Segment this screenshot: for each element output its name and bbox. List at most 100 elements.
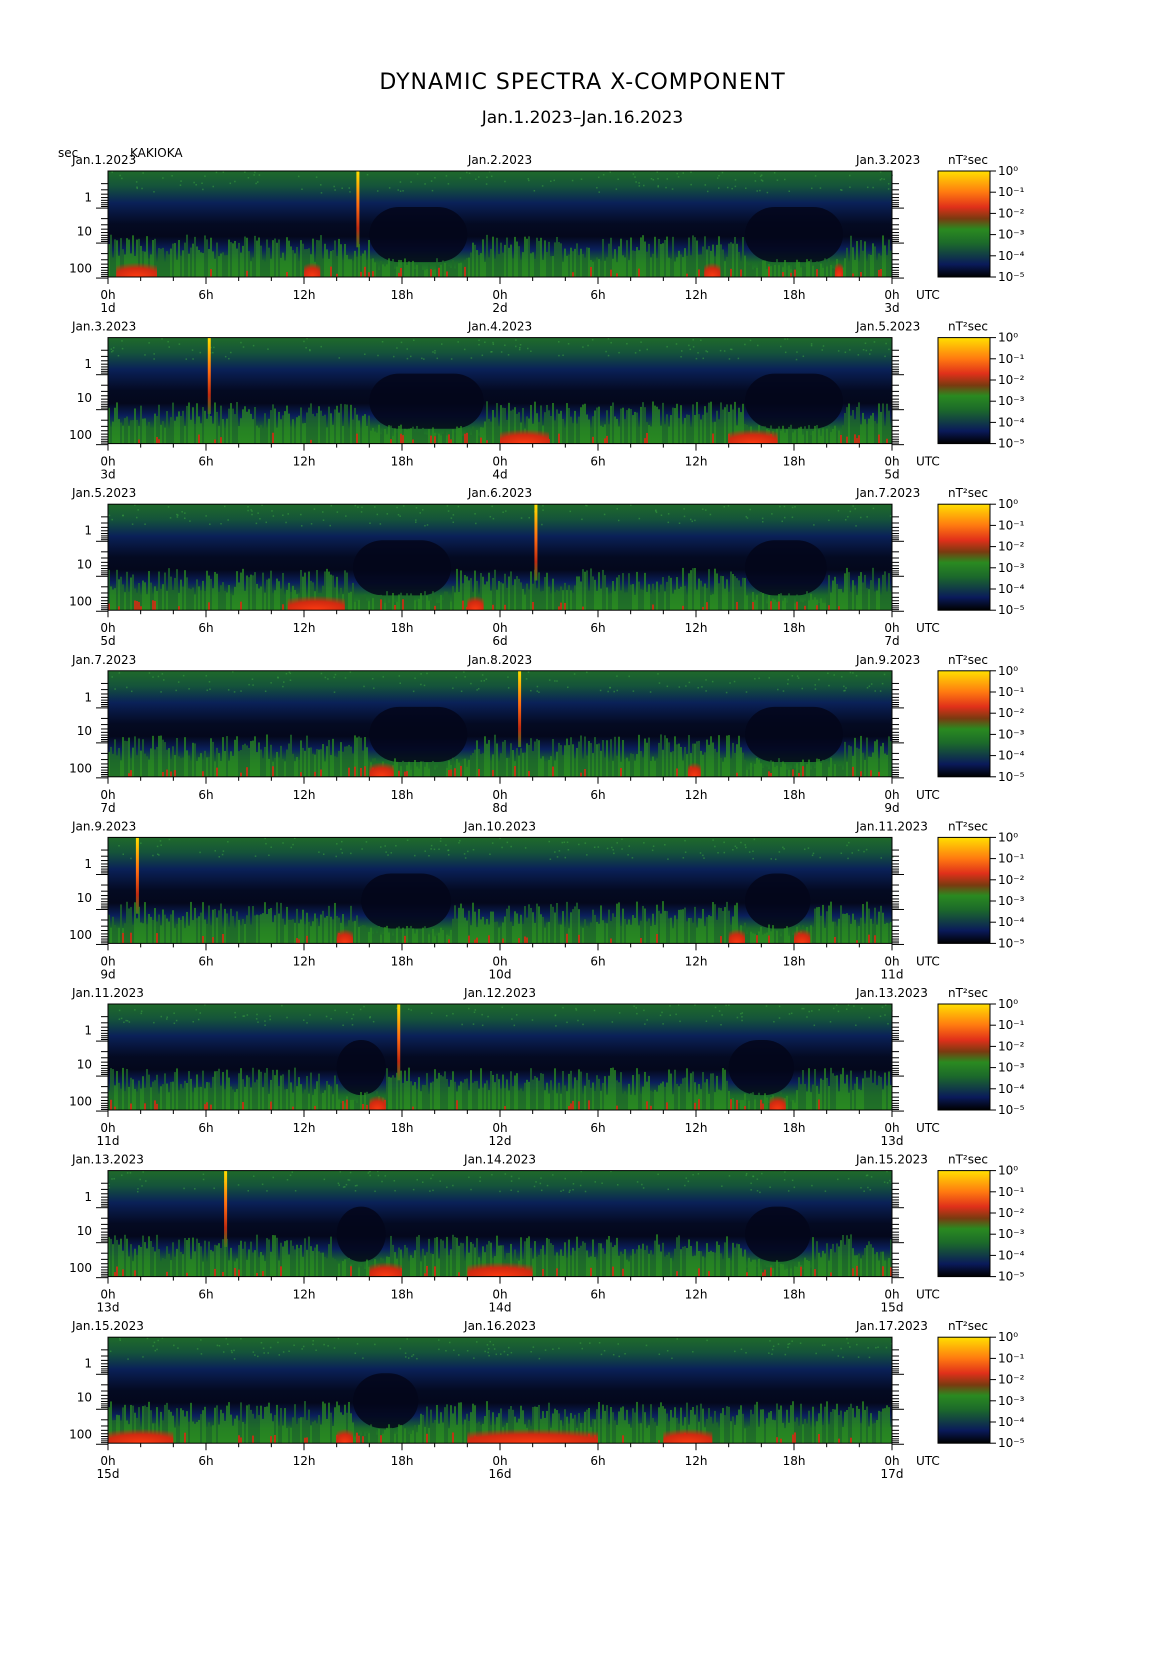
- power-column: [580, 581, 582, 611]
- power-column: [674, 261, 676, 277]
- power-column: [190, 1402, 192, 1444]
- power-column: [504, 916, 506, 944]
- noise-speckle: [303, 1019, 305, 1021]
- power-column: [462, 266, 464, 277]
- power-column: [664, 424, 666, 444]
- noise-speckle: [701, 686, 703, 688]
- noise-speckle: [222, 171, 225, 173]
- power-column: [606, 1239, 608, 1277]
- power-column: [522, 588, 524, 611]
- power-column: [434, 269, 436, 277]
- power-column: [858, 1089, 860, 1110]
- power-column: [642, 402, 644, 444]
- power-column: [718, 907, 720, 944]
- power-column: [368, 415, 370, 444]
- noise-speckle: [849, 671, 852, 674]
- power-column: [240, 925, 242, 944]
- power-column: [820, 915, 822, 944]
- noise-speckle: [476, 689, 478, 691]
- power-column: [650, 926, 652, 944]
- noise-speckle: [786, 683, 789, 685]
- noise-speckle: [128, 1021, 131, 1023]
- power-column: [864, 419, 866, 444]
- power-column: [810, 1267, 812, 1277]
- power-column: [196, 1238, 198, 1277]
- power-column: [682, 909, 684, 944]
- noise-speckle: [340, 840, 343, 843]
- power-column: [238, 919, 240, 944]
- power-column: [340, 244, 342, 277]
- power-column: [676, 257, 678, 277]
- noise-speckle: [458, 842, 460, 844]
- power-column: [418, 1235, 420, 1277]
- noise-speckle: [286, 1178, 289, 1181]
- power-column: [800, 601, 802, 611]
- power-column: [598, 259, 600, 277]
- power-column: [192, 243, 194, 277]
- power-column: [512, 925, 514, 944]
- power-column: [726, 901, 728, 944]
- y-tick-label: 100: [69, 262, 92, 276]
- noise-speckle: [790, 1012, 793, 1015]
- power-column: [602, 920, 604, 944]
- power-high-column: [134, 600, 136, 611]
- noise-speckle: [108, 1183, 110, 1186]
- power-column: [624, 759, 626, 777]
- power-column: [192, 1237, 194, 1277]
- noise-speckle: [297, 175, 300, 178]
- power-column: [160, 735, 162, 777]
- quiet-region: [336, 1206, 386, 1262]
- power-high-column: [292, 1106, 294, 1110]
- power-column: [734, 753, 736, 777]
- noise-speckle: [862, 348, 865, 351]
- noise-speckle: [485, 678, 488, 680]
- power-column: [422, 1248, 424, 1277]
- power-column: [118, 748, 120, 777]
- high-power-zone: [769, 1094, 786, 1110]
- noise-speckle: [134, 1009, 136, 1011]
- power-column: [606, 257, 608, 277]
- power-column: [670, 577, 672, 611]
- noise-speckle: [678, 686, 681, 688]
- noise-speckle: [434, 352, 436, 354]
- noise-speckle: [612, 849, 614, 851]
- power-column: [172, 1081, 174, 1110]
- power-column: [170, 1260, 172, 1277]
- power-column: [402, 927, 404, 944]
- noise-speckle: [199, 1012, 202, 1014]
- power-column: [486, 743, 488, 777]
- power-column: [666, 236, 668, 277]
- noise-speckle: [466, 171, 468, 174]
- power-column: [572, 1247, 574, 1277]
- power-column: [806, 259, 808, 277]
- noise-speckle: [594, 1181, 596, 1183]
- date-right-label: Jan.13.2023: [855, 986, 928, 1000]
- noise-speckle: [388, 187, 391, 189]
- noise-speckle: [753, 838, 756, 841]
- power-column: [422, 269, 424, 277]
- power-column: [336, 1084, 338, 1110]
- x-tick-label: 6h: [198, 288, 213, 302]
- power-column: [798, 1077, 800, 1110]
- x-axis: 0h 6h 12h 18h 0h 6h 12h 18h 0h UTC13d 14d 15d: [97, 1276, 940, 1315]
- power-column: [332, 1094, 334, 1110]
- noise-speckle: [472, 1023, 475, 1025]
- power-column: [732, 1098, 734, 1110]
- noise-speckle: [491, 842, 494, 844]
- power-column: [352, 582, 354, 611]
- power-column: [802, 602, 804, 611]
- power-column: [414, 760, 416, 777]
- power-high-column: [860, 272, 862, 277]
- power-column: [822, 1079, 824, 1110]
- power-column: [812, 265, 814, 277]
- noise-speckle: [705, 350, 707, 352]
- power-high-column: [590, 266, 592, 277]
- power-high-column: [222, 933, 224, 944]
- power-high-column: [238, 1435, 240, 1444]
- power-column: [210, 925, 212, 944]
- noise-speckle: [847, 1178, 850, 1180]
- noise-speckle: [152, 854, 154, 857]
- power-column: [128, 1256, 130, 1277]
- power-column: [616, 1237, 618, 1277]
- power-column: [164, 742, 166, 777]
